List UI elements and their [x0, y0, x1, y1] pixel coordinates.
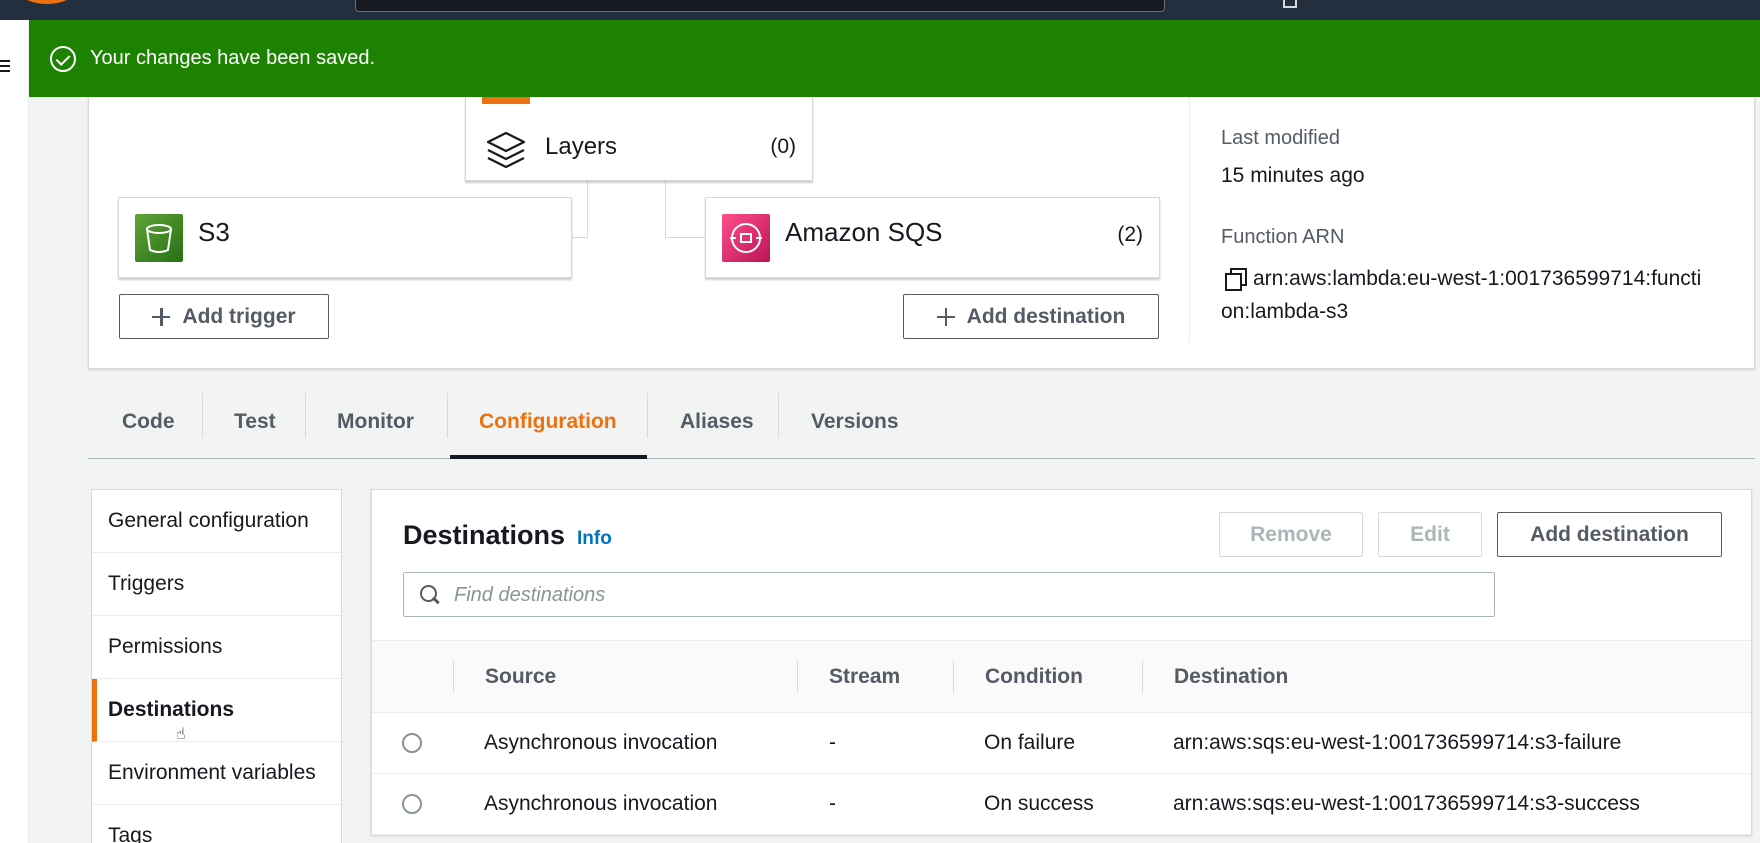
cloudshell-icon[interactable]	[1283, 0, 1297, 8]
function-arn-line-2: on:lambda-s3	[1221, 300, 1349, 323]
tab-separator	[305, 393, 306, 438]
add-trigger-button[interactable]: Add trigger	[119, 294, 329, 339]
function-arn-label: Function ARN	[1221, 226, 1345, 248]
last-modified-label: Last modified	[1221, 127, 1340, 149]
row-stream: -	[829, 792, 836, 815]
tab-separator	[447, 393, 448, 438]
active-tab-indicator	[450, 455, 647, 459]
copy-icon[interactable]	[1225, 268, 1247, 291]
destination-name: Amazon SQS	[785, 217, 943, 247]
overview-divider	[1189, 97, 1190, 342]
plus-icon	[936, 307, 955, 326]
function-arn-line-1: arn:aws:lambda:eu-west-1:001736599714:fu…	[1253, 267, 1702, 290]
row-destination: arn:aws:sqs:eu-west-1:001736599714:s3-fa…	[1173, 731, 1622, 754]
success-flash-banner: Your changes have been saved.	[29, 20, 1760, 97]
lambda-function-node-edge	[482, 97, 530, 104]
destinations-title: Destinations	[403, 520, 566, 550]
row-source: Asynchronous invocation	[484, 731, 718, 754]
sqs-icon	[722, 214, 770, 262]
column-header-stream[interactable]: Stream	[829, 641, 900, 712]
column-header-condition[interactable]: Condition	[985, 641, 1083, 712]
row-select-radio[interactable]	[402, 733, 422, 753]
diagram-connector	[665, 181, 666, 238]
config-nav-tags[interactable]: Tags	[92, 805, 341, 843]
row-condition: On success	[984, 792, 1094, 815]
config-nav-environment-variables[interactable]: Environment variables	[92, 742, 341, 805]
column-separator	[953, 661, 954, 693]
side-navigation-rail	[0, 20, 29, 843]
table-row[interactable]: Asynchronous invocation - On failure arn…	[372, 713, 1751, 774]
column-separator	[1142, 661, 1143, 693]
row-condition: On failure	[984, 731, 1076, 754]
destinations-search[interactable]	[403, 572, 1495, 617]
aws-logo[interactable]	[20, 0, 74, 4]
column-separator	[797, 661, 798, 693]
tab-aliases[interactable]: Aliases	[680, 385, 754, 458]
tab-separator	[202, 393, 203, 438]
row-select-radio[interactable]	[402, 794, 422, 814]
check-circle-icon	[50, 45, 76, 72]
column-header-source[interactable]: Source	[485, 641, 556, 712]
config-nav-triggers[interactable]: Triggers	[92, 553, 341, 616]
hamburger-menu-icon[interactable]	[0, 60, 12, 74]
tab-test[interactable]: Test	[234, 385, 276, 458]
tab-versions[interactable]: Versions	[811, 385, 899, 458]
layers-icon	[486, 131, 526, 169]
column-separator	[453, 661, 454, 693]
table-row[interactable]: Asynchronous invocation - On success arn…	[372, 774, 1751, 835]
row-source: Asynchronous invocation	[484, 792, 718, 815]
trigger-node-s3[interactable]: S3	[118, 197, 572, 278]
layers-count: (0)	[770, 135, 796, 158]
plus-icon	[152, 307, 171, 326]
destinations-search-input[interactable]	[454, 581, 1474, 609]
diagram-connector	[587, 181, 588, 238]
edit-button[interactable]: Edit	[1378, 512, 1482, 557]
s3-bucket-icon	[135, 214, 183, 262]
destination-count: (2)	[1117, 223, 1143, 246]
layers-label: Layers	[545, 133, 618, 160]
row-destination: arn:aws:sqs:eu-west-1:001736599714:s3-su…	[1173, 792, 1640, 815]
destinations-panel: Destinations Info Remove Edit Add destin…	[371, 489, 1752, 835]
function-arn-value: arn:aws:lambda:eu-west-1:001736599714:fu…	[1221, 262, 1751, 328]
global-search-input[interactable]	[355, 0, 1165, 12]
tab-separator	[778, 393, 779, 438]
function-tabs: Code Test Monitor Configuration Aliases …	[88, 385, 1755, 459]
flash-message: Your changes have been saved.	[90, 47, 376, 69]
info-link[interactable]: Info	[577, 528, 612, 550]
add-trigger-label: Add trigger	[182, 304, 296, 328]
tab-separator	[647, 393, 648, 438]
last-modified-value: 15 minutes ago	[1221, 164, 1365, 187]
add-destination-diagram-button[interactable]: Add destination	[903, 294, 1159, 339]
add-destination-label: Add destination	[966, 304, 1126, 328]
column-header-destination[interactable]: Destination	[1174, 641, 1288, 712]
remove-button[interactable]: Remove	[1219, 512, 1363, 557]
trigger-name: S3	[198, 217, 230, 247]
destination-node-sqs[interactable]: Amazon SQS (2)	[705, 197, 1160, 278]
tab-monitor[interactable]: Monitor	[337, 385, 414, 458]
config-nav-destinations[interactable]: Destinations	[92, 679, 341, 742]
diagram-connector	[572, 237, 587, 238]
row-stream: -	[829, 731, 836, 754]
configuration-side-nav: General configuration Triggers Permissio…	[91, 489, 342, 843]
tab-code[interactable]: Code	[122, 385, 175, 458]
destinations-table-header: Source Stream Condition Destination	[372, 640, 1751, 713]
top-navigation-bar	[0, 0, 1760, 20]
diagram-connector	[665, 237, 705, 238]
layers-node[interactable]: Layers (0)	[465, 97, 813, 181]
hand-cursor-icon: ☝	[176, 726, 186, 743]
tab-configuration[interactable]: Configuration	[479, 385, 617, 458]
add-destination-button[interactable]: Add destination	[1497, 512, 1722, 557]
search-icon	[420, 585, 438, 603]
config-nav-general[interactable]: General configuration	[92, 490, 341, 553]
config-nav-permissions[interactable]: Permissions	[92, 616, 341, 679]
